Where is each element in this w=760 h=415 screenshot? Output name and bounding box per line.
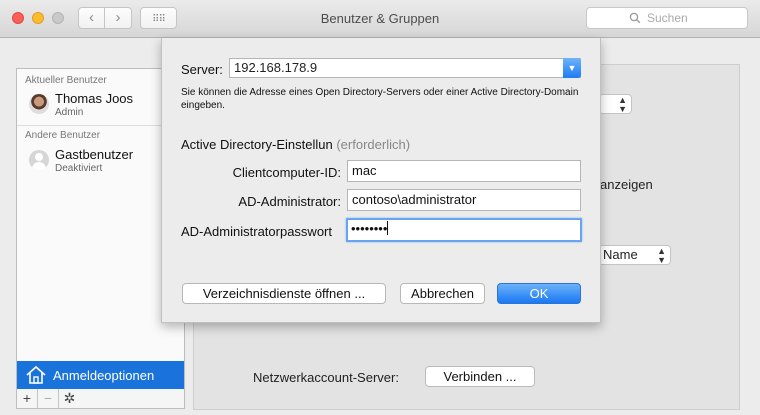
current-user-header: Aktueller Benutzer [25, 75, 107, 86]
login-options-item[interactable]: Anmeldeoptionen [17, 361, 184, 389]
list-toolbar: + − ✲ [16, 389, 185, 409]
ad-password-label: AD-Administratorpasswort [181, 224, 332, 239]
login-options-label: Anmeldeoptionen [53, 368, 155, 383]
search-placeholder: Suchen [647, 11, 688, 25]
client-id-field[interactable]: mac [347, 160, 581, 182]
ad-password-field[interactable]: •••••••• [346, 218, 582, 242]
ad-admin-field[interactable]: contoso\administrator [347, 189, 581, 211]
gear-icon[interactable]: ✲ [59, 389, 80, 408]
ad-admin-label: AD-Administrator: [238, 194, 341, 209]
preferences-window: ‹ › ⠿⠿ Benutzer & Gruppen Suchen ▲ ▼ anze… [0, 0, 760, 415]
popup-arrows-icon: ▲ ▼ [618, 95, 627, 114]
user-role: Admin [55, 107, 84, 118]
user-name: Gastbenutzer [55, 147, 134, 162]
house-icon [26, 365, 46, 384]
chevron-down-icon[interactable]: ▼ [563, 58, 581, 78]
open-directory-utility-button[interactable]: Verzeichnisdienste öffnen ... [182, 283, 386, 304]
network-server-label: Netzwerkaccount-Server: [253, 370, 399, 385]
server-label: Server: [181, 62, 223, 77]
required-note: (erforderlich) [336, 137, 411, 152]
server-value: 192.168.178.9 [234, 60, 318, 75]
search-icon [629, 12, 641, 24]
remove-user-button[interactable]: − [38, 389, 59, 408]
connect-button[interactable]: Verbinden ... [425, 366, 535, 387]
title-bar: ‹ › ⠿⠿ Benutzer & Gruppen Suchen [0, 0, 760, 38]
add-user-button[interactable]: + [17, 389, 38, 408]
show-option-text: anzeigen [600, 177, 653, 192]
cancel-button[interactable]: Abbrechen [400, 283, 485, 304]
user-role: Deaktiviert [55, 163, 103, 174]
autologin-popup[interactable]: ▲ ▼ [598, 94, 632, 114]
ad-settings-heading: Active Directory-Einstellun (erforderlic… [181, 137, 410, 152]
search-field[interactable]: Suchen [586, 7, 748, 29]
user-name: Thomas Joos [55, 91, 134, 106]
client-id-label: Clientcomputer-ID: [232, 165, 341, 180]
divider [17, 125, 184, 126]
popup-arrows-icon: ▲ ▼ [657, 246, 666, 265]
ok-button[interactable]: OK [497, 283, 581, 304]
server-hint-text: Sie können die Adresse eines Open Direct… [181, 87, 579, 111]
password-dots: •••••••• [351, 221, 388, 236]
network-account-server-sheet: Server: 192.168.178.9 ▼ Sie können die A… [161, 38, 601, 323]
user-list: Aktueller Benutzer Thomas Joos Admin And… [16, 68, 185, 390]
other-users-header: Andere Benutzer [25, 130, 101, 141]
name-display-value: Name [603, 247, 638, 262]
server-combobox[interactable]: 192.168.178.9 ▼ [229, 58, 581, 78]
ad-settings-title: Active Directory-Einstellun [181, 137, 333, 152]
text-cursor [387, 221, 389, 235]
guest-avatar-icon [29, 150, 49, 170]
user-avatar [29, 94, 49, 114]
name-display-popup[interactable]: Name ▲ ▼ [598, 245, 671, 265]
